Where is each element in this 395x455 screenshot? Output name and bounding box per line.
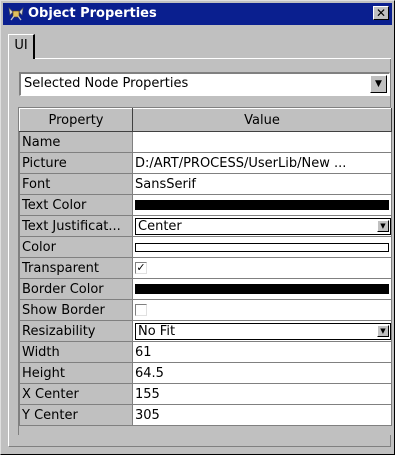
table-row[interactable]: Color [19, 236, 392, 258]
chevron-down-icon[interactable]: ▼ [377, 219, 389, 232]
property-value-cell[interactable] [132, 299, 392, 321]
checkbox[interactable]: ✓ [135, 262, 147, 274]
cell-dropdown[interactable]: Center ▼ [135, 217, 391, 235]
property-value-cell[interactable]: 155 [132, 383, 392, 405]
property-name-cell: Name [19, 131, 133, 153]
property-name-cell: X Center [19, 383, 133, 405]
close-button[interactable]: ✕ [373, 6, 389, 20]
table-row[interactable]: X Center 155 [19, 383, 392, 405]
property-name-cell: Color [19, 236, 133, 258]
table-row[interactable]: Font SansSerif [19, 173, 392, 195]
property-value-cell[interactable]: D:/ART/PROCESS/UserLib/New ... [132, 152, 392, 174]
table-row[interactable]: Transparent ✓ [19, 257, 392, 279]
property-name-cell: Border Color [19, 278, 133, 300]
property-value-cell[interactable]: 61 [132, 341, 392, 363]
table-row[interactable]: Resizability No Fit ▼ [19, 320, 392, 342]
property-name-cell: Picture [19, 152, 133, 174]
property-name-cell: Text Color [19, 194, 133, 216]
property-column-header[interactable]: Property [19, 108, 133, 132]
property-value-cell[interactable] [132, 278, 392, 300]
table-row[interactable]: Y Center 305 [19, 404, 392, 426]
properties-scope-dropdown[interactable]: Selected Node Properties ▼ [19, 72, 390, 96]
table-row[interactable]: Name [19, 131, 392, 153]
chevron-down-icon[interactable]: ▼ [370, 75, 387, 93]
property-name-cell: Font [19, 173, 133, 195]
properties-scope-value: Selected Node Properties [24, 76, 189, 91]
color-swatch[interactable] [135, 200, 389, 210]
table-row[interactable]: Text Color [19, 194, 392, 216]
property-value-cell[interactable]: SansSerif [132, 173, 392, 195]
property-value-cell[interactable]: 64.5 [132, 362, 392, 384]
object-properties-window: Object Properties ✕ UI Selected Node Pro… [0, 0, 395, 455]
checkbox[interactable] [135, 304, 147, 316]
tab-ui[interactable]: UI [8, 34, 35, 59]
color-swatch[interactable] [135, 284, 389, 294]
property-table-container: Property Value Name Picture D:/ART/PROCESS… [18, 107, 392, 435]
property-value-cell[interactable] [132, 131, 392, 153]
object-properties-icon [8, 6, 24, 22]
table-header-row: Property Value [19, 108, 392, 132]
table-row[interactable]: Show Border [19, 299, 392, 321]
property-value-cell[interactable] [132, 194, 392, 216]
table-row[interactable]: Width 61 [19, 341, 392, 363]
property-name-cell: Width [19, 341, 133, 363]
chevron-down-icon[interactable]: ▼ [377, 324, 389, 337]
window-title: Object Properties [28, 6, 157, 21]
table-row[interactable]: Height 64.5 [19, 362, 392, 384]
property-name-cell: Show Border [19, 299, 133, 321]
property-name-cell: Height [19, 362, 133, 384]
property-value-cell[interactable] [132, 236, 392, 258]
table-row[interactable]: Picture D:/ART/PROCESS/UserLib/New ... [19, 152, 392, 174]
title-bar[interactable]: Object Properties ✕ [3, 3, 392, 25]
property-value-cell[interactable]: Center ▼ [132, 215, 392, 237]
property-name-cell: Transparent [19, 257, 133, 279]
property-value-cell[interactable]: ✓ [132, 257, 392, 279]
property-table: Property Value Name Picture D:/ART/PROCESS… [19, 108, 392, 426]
property-name-cell: Resizability [19, 320, 133, 342]
property-name-cell: Text Justificat... [19, 215, 133, 237]
property-name-cell: Y Center [19, 404, 133, 426]
table-row[interactable]: Text Justificat... Center ▼ [19, 215, 392, 237]
property-value-cell[interactable]: 305 [132, 404, 392, 426]
table-row[interactable]: Border Color [19, 278, 392, 300]
cell-dropdown[interactable]: No Fit ▼ [135, 322, 391, 340]
property-value-cell[interactable]: No Fit ▼ [132, 320, 392, 342]
cell-dropdown-value: No Fit [138, 323, 176, 339]
value-column-header[interactable]: Value [132, 108, 392, 132]
color-swatch[interactable] [135, 242, 389, 252]
cell-dropdown-value: Center [138, 218, 182, 234]
